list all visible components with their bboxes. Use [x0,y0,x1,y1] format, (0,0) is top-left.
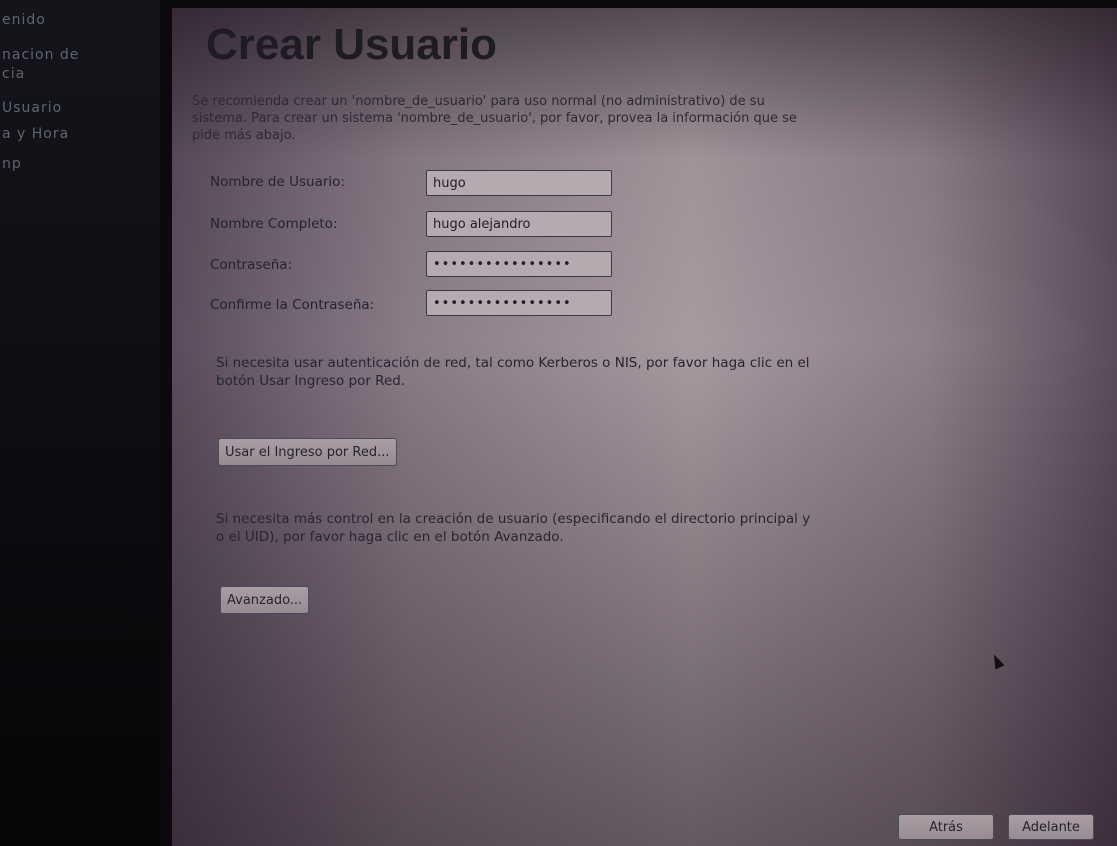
network-auth-note: Si necesita usar autenticación de red, t… [216,355,810,389]
network-login-button[interactable]: Usar el Ingreso por Red... [218,438,397,466]
fullname-field[interactable] [426,211,612,237]
username-label: Nombre de Usuario: [210,174,345,190]
confirm-password-field[interactable] [426,290,612,316]
sidebar-item-usuario: Usuario [2,100,63,116]
main-content: Crear Usuario Se recomienda crear un 'no… [172,8,1117,846]
confirm-password-label: Confirme la Contraseña: [210,297,375,313]
username-field[interactable] [426,170,612,196]
password-label: Contraseña: [210,257,293,273]
back-button[interactable]: Atrás [898,814,994,840]
page-title: Crear Usuario [206,20,498,69]
sidebar-item-fecha-hora: a y Hora [2,126,70,142]
password-field[interactable] [426,251,612,277]
sidebar-item-kdump: np [2,156,22,172]
next-button[interactable]: Adelante [1008,814,1094,840]
intro-text: Se recomienda crear un 'nombre_de_usuari… [192,94,797,143]
sidebar: enido nacion de cia Usuario a y Hora np [0,0,160,846]
sidebar-item-contenido: enido [2,12,46,28]
sidebar-item-informacion-cont: cia [2,66,26,82]
advanced-note: Si necesita más control en la creación d… [216,511,811,545]
fullname-label: Nombre Completo: [210,216,338,232]
arrow-pointer-icon [989,652,1005,670]
advanced-button[interactable]: Avanzado... [220,586,310,614]
sidebar-item-informacion: nacion de [2,47,80,63]
